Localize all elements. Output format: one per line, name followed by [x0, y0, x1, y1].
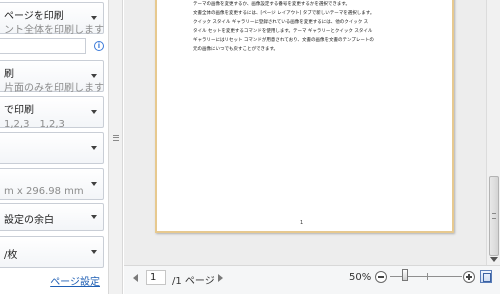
margins-title: 設定の余白 — [4, 215, 54, 226]
print-preview-area: テーマの画像を変更するか、画像設定する番号を変更するかを選択できます。 文書全体… — [124, 0, 486, 265]
paper-size-dropdown[interactable]: m x 296.98 mm — [0, 168, 104, 200]
sides-dropdown[interactable]: 刷 片面のみを印刷します — [0, 60, 104, 94]
current-page-input[interactable]: 1 — [146, 270, 166, 285]
collate-description: 1,2,3 1,2,3 — [4, 119, 65, 130]
document-line: 元の画像にいつでも戻すことができます。 — [193, 47, 279, 52]
zoom-level[interactable]: 50% — [349, 272, 371, 283]
orientation-dropdown[interactable] — [0, 132, 104, 164]
document-line: 文書全体の画像を変更するには、[ページ レイアウト] タブで新しいテーマを選択し… — [193, 11, 375, 16]
pages-per-sheet-dropdown[interactable]: /枚 — [0, 236, 104, 268]
page-setup-link[interactable]: ページ設定 — [50, 273, 100, 288]
total-pages-label: /1 ページ — [172, 276, 215, 287]
page-number: 1 — [300, 220, 304, 226]
print-pages-title: ページを印刷 — [4, 11, 64, 22]
scroll-down-icon[interactable] — [490, 257, 498, 262]
chevron-down-icon — [91, 250, 97, 254]
print-pages-description: ント全体を印刷します — [4, 25, 104, 36]
sides-description: 片面のみを印刷します — [4, 83, 104, 94]
panel-splitter[interactable] — [108, 0, 123, 294]
zoom-out-icon[interactable] — [375, 271, 387, 283]
previous-page-icon[interactable] — [133, 274, 138, 282]
zoom-slider-thumb[interactable] — [402, 269, 408, 281]
grip-icon — [492, 213, 496, 219]
document-line: タイル セットを変更するコマンドを使用します。テーマ ギャラリーとクイック スタ… — [193, 29, 373, 34]
print-pages-dropdown[interactable]: ページを印刷 ント全体を印刷します — [0, 2, 104, 36]
next-page-icon[interactable] — [218, 274, 223, 282]
info-icon[interactable]: i — [94, 41, 104, 51]
document-line: ギャラリーにはリセット コマンドが用意されており、文書の画像を文書のテンプレート… — [193, 38, 374, 43]
zoom-to-page-icon[interactable] — [480, 270, 492, 283]
zoom-in-icon[interactable] — [463, 271, 475, 283]
document-line: テーマの画像を変更するか、画像設定する番号を変更するかを選択できます。 — [193, 2, 350, 7]
splitter-grip-icon — [113, 135, 119, 141]
collate-title: で印刷 — [4, 105, 34, 116]
chevron-down-icon — [91, 110, 97, 114]
chevron-down-icon — [91, 74, 97, 78]
collate-dropdown[interactable]: で印刷 1,2,3 1,2,3 — [0, 96, 104, 130]
chevron-down-icon — [91, 215, 97, 219]
scrollbar-thumb[interactable] — [489, 176, 499, 256]
zoom-slider[interactable] — [390, 276, 462, 277]
paper-size-description: m x 296.98 mm — [4, 186, 84, 197]
pages-per-sheet-title: /枚 — [4, 250, 18, 261]
document-line: クイック スタイル ギャラリーに登録されている画像を変更するには、他のクイック … — [193, 20, 369, 25]
chevron-down-icon — [91, 146, 97, 150]
preview-status-bar: 1 /1 ページ 50% — [124, 265, 500, 294]
chevron-down-icon — [91, 182, 97, 186]
zoom-center-tick — [427, 273, 428, 280]
sides-title: 刷 — [4, 69, 14, 80]
pages-input[interactable] — [0, 38, 86, 54]
vertical-scrollbar[interactable] — [486, 0, 500, 265]
margins-dropdown[interactable]: 設定の余白 — [0, 203, 104, 231]
chevron-down-icon — [91, 16, 97, 20]
print-settings-panel: ページを印刷 ント全体を印刷します i 刷 片面のみを印刷します で印刷 1,2… — [0, 0, 108, 294]
preview-page: テーマの画像を変更するか、画像設定する番号を変更するかを選択できます。 文書全体… — [155, 0, 454, 233]
